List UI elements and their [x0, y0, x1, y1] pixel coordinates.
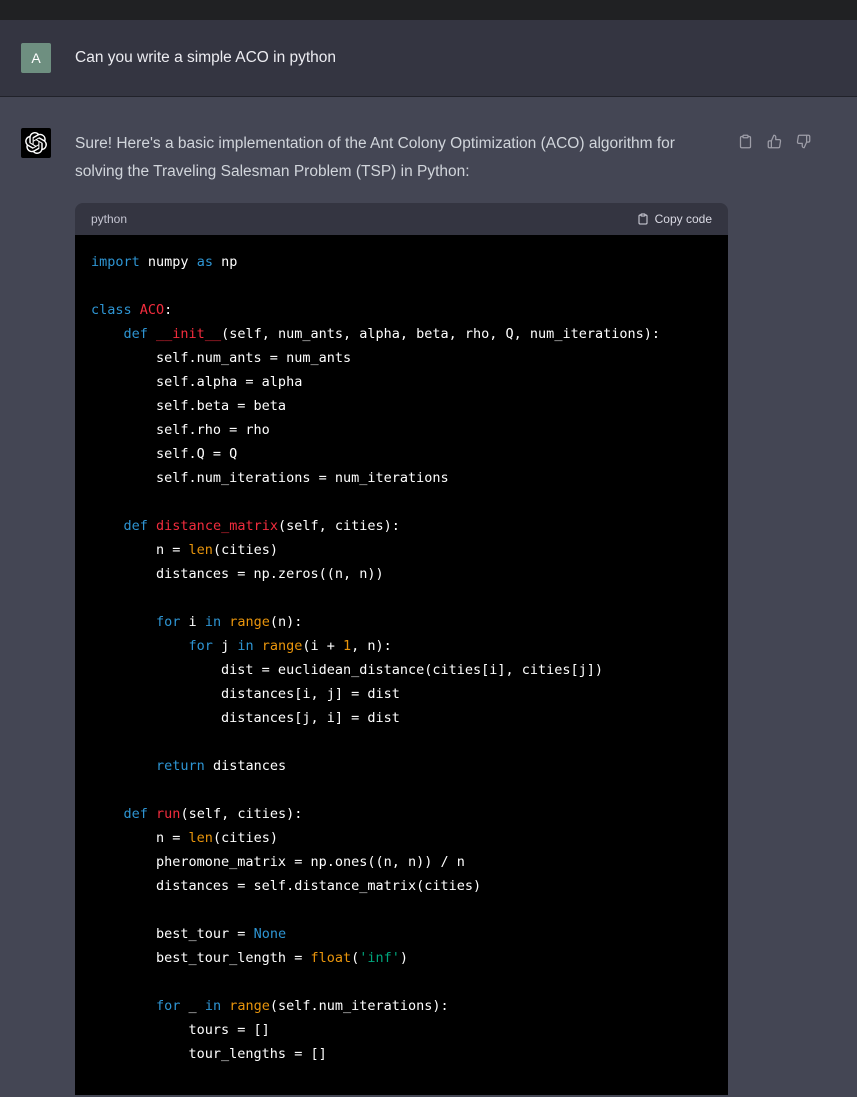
assistant-message-content: Sure! Here's a basic implementation of t… — [75, 128, 728, 1095]
code-line: import numpy as np — [91, 254, 238, 270]
copy-code-icon — [638, 213, 648, 225]
top-bar — [0, 0, 857, 20]
code-line: n = len(cities) — [91, 542, 278, 558]
user-message-text: Can you write a simple ACO in python — [75, 49, 337, 66]
code-lines: import numpy as np class ACO: def __init… — [91, 250, 712, 1066]
assistant-message-row: Sure! Here's a basic implementation of t… — [0, 97, 857, 1097]
code-line: best_tour_length = float('inf') — [91, 950, 409, 966]
thumbs-down-button[interactable] — [796, 133, 812, 149]
code-line: for i in range(n): — [156, 614, 303, 630]
copy-code-label: Copy code — [654, 212, 712, 226]
chatgpt-avatar — [21, 128, 51, 158]
code-line: best_tour = None — [91, 926, 287, 942]
code-line: tour_lengths = [] — [91, 1046, 327, 1062]
code-line: distances = self.distance_matrix(cities) — [91, 878, 482, 894]
code-line: distances[i, j] = dist — [91, 686, 400, 702]
code-line: n = len(cities) — [91, 830, 278, 846]
copy-response-button[interactable] — [738, 133, 754, 149]
user-avatar: A — [21, 43, 51, 73]
code-line: for _ in range(self.num_iterations): — [156, 998, 449, 1014]
user-avatar-letter: A — [31, 50, 41, 66]
code-line: self.alpha = alpha — [91, 374, 303, 390]
response-action-icons — [738, 133, 812, 149]
code-line: dist = euclidean_distance(cities[i], cit… — [91, 662, 604, 678]
code-line: distances[j, i] = dist — [91, 710, 400, 726]
code-language-label: python — [91, 212, 128, 226]
code-content: import numpy as np class ACO: def __init… — [75, 235, 728, 1095]
code-line: return distances — [156, 758, 287, 774]
copy-code-button[interactable]: Copy code — [637, 213, 712, 225]
page: A Can you write a simple ACO in python S… — [0, 0, 857, 1097]
openai-logo-icon — [25, 132, 47, 154]
clipboard-icon — [739, 134, 752, 148]
user-message-row: A Can you write a simple ACO in python — [0, 20, 857, 97]
code-line: self.Q = Q — [91, 446, 238, 462]
code-line: def distance_matrix(self, cities): — [123, 518, 400, 534]
code-block-header: python Copy code — [75, 203, 728, 235]
code-line: self.beta = beta — [91, 398, 287, 414]
code-line: for j in range(i + 1, n): — [188, 638, 392, 654]
code-line: distances = np.zeros((n, n)) — [91, 566, 384, 582]
code-line: def __init__(self, num_ants, alpha, beta… — [123, 326, 660, 342]
code-line: def run(self, cities): — [123, 806, 303, 822]
assistant-intro-text: Sure! Here's a basic implementation of t… — [75, 135, 675, 180]
code-block: python Copy code import numpy as np clas… — [75, 203, 728, 1095]
code-line: self.rho = rho — [91, 422, 270, 438]
code-line: self.num_iterations = num_iterations — [91, 470, 449, 486]
code-line: pheromone_matrix = np.ones((n, n)) / n — [91, 854, 465, 870]
code-line: self.num_ants = num_ants — [91, 350, 352, 366]
thumbs-up-button[interactable] — [767, 133, 783, 149]
thumbs-down-icon — [796, 134, 811, 148]
thumbs-up-icon — [767, 134, 782, 148]
code-line: tours = [] — [91, 1022, 270, 1038]
code-line: class ACO: — [91, 302, 173, 318]
